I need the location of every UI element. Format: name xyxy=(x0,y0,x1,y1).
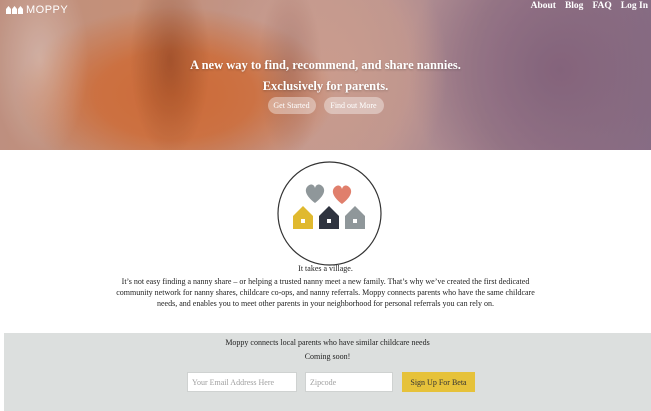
logo-houses-icon xyxy=(6,6,23,14)
zipcode-field[interactable] xyxy=(305,372,393,392)
email-field[interactable] xyxy=(187,372,297,392)
hero-subheadline: Exclusively for parents. xyxy=(262,79,389,93)
nav-blog-link[interactable]: Blog xyxy=(565,1,583,11)
find-out-more-button[interactable]: Find out More xyxy=(323,97,384,114)
hero-overlay xyxy=(0,0,651,150)
top-nav: About Blog FAQ Log In xyxy=(531,1,648,11)
nav-login-link[interactable]: Log In xyxy=(621,1,648,11)
intro-heading: It takes a village. xyxy=(298,264,353,273)
logo-text: MOPPY xyxy=(26,4,69,16)
nav-faq-link[interactable]: FAQ xyxy=(592,1,611,11)
nav-about-link[interactable]: About xyxy=(531,1,556,11)
village-emblem-icon xyxy=(277,161,382,266)
intro-description: It’s not easy finding a nanny share – or… xyxy=(116,277,535,308)
sign-up-for-beta-button[interactable]: Sign Up For Beta xyxy=(402,372,475,392)
get-started-button[interactable]: Get Started xyxy=(267,97,316,114)
signup-message: Moppy connects local parents who have si… xyxy=(225,338,430,347)
logo[interactable]: MOPPY xyxy=(6,4,68,16)
hero-actions: Get Started Find out More xyxy=(0,97,651,114)
hero-headline: A new way to find, recommend, and share … xyxy=(190,58,461,72)
hero-banner: MOPPY About Blog FAQ Log In A new way to… xyxy=(0,0,651,150)
coming-soon-text: Coming soon! xyxy=(304,352,351,361)
